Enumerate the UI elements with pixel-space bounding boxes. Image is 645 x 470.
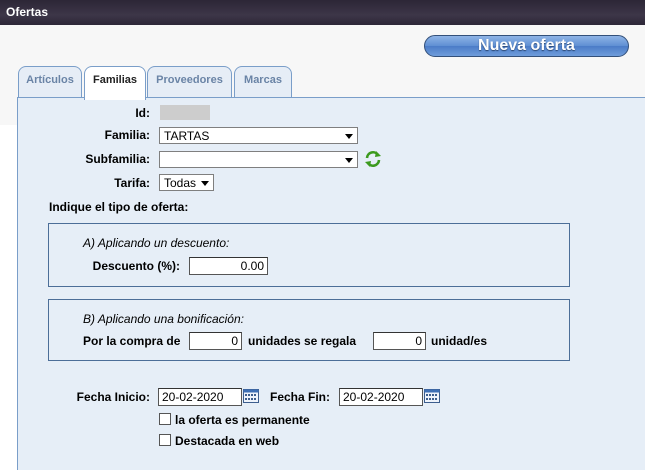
bonus-box-title: B) Aplicando una bonificación:: [83, 312, 244, 326]
calendar-icon[interactable]: [243, 389, 259, 403]
discount-label: Descuento (%):: [92, 259, 180, 273]
permanent-label: la oferta es permanente: [175, 413, 310, 427]
chevron-down-icon: [345, 134, 353, 139]
new-offer-button[interactable]: Nueva oferta: [424, 35, 629, 57]
window-title: Ofertas: [6, 5, 49, 19]
tab-marcas[interactable]: Marcas: [234, 66, 292, 98]
tab-articulos[interactable]: Artículos: [18, 66, 82, 98]
start-date-label: Fecha Inicio:: [76, 390, 150, 404]
familia-select-value: TARTAS: [164, 129, 210, 143]
familia-select[interactable]: TARTAS: [159, 127, 358, 144]
bonus-box: [48, 299, 570, 361]
featured-label: Destacada en web: [175, 434, 280, 448]
refresh-icon[interactable]: [364, 150, 382, 168]
featured-checkbox[interactable]: [159, 434, 171, 446]
familia-label: Familia:: [104, 128, 150, 142]
discount-box: [48, 223, 570, 287]
offer-type-heading: Indique el tipo de oferta:: [49, 200, 189, 214]
gift-units-input[interactable]: 0: [373, 332, 426, 350]
discount-box-title: A) Aplicando un descuento:: [83, 236, 230, 250]
tarifa-select-value: Todas: [164, 176, 197, 190]
unit-label: unidad/es: [431, 334, 488, 348]
subfamilia-label: Subfamilia:: [85, 152, 150, 166]
id-label: Id:: [135, 106, 150, 120]
purchase-units-input[interactable]: 0: [189, 332, 242, 350]
chevron-down-icon: [201, 181, 209, 186]
chevron-down-icon: [345, 158, 353, 163]
tab-proveedores[interactable]: Proveedores: [147, 66, 232, 98]
permanent-checkbox[interactable]: [159, 413, 171, 425]
purchase-label: Por la compra de: [83, 334, 181, 348]
subfamilia-select[interactable]: [159, 151, 358, 168]
id-value: [160, 105, 210, 120]
tarifa-select[interactable]: Todas: [159, 174, 214, 191]
tarifa-label: Tarifa:: [114, 176, 150, 190]
gift-label: unidades se regala: [248, 334, 357, 348]
discount-input[interactable]: 0.00: [189, 257, 268, 275]
calendar-icon[interactable]: [424, 389, 440, 403]
tab-familias[interactable]: Familias: [84, 66, 146, 100]
start-date-input[interactable]: 20-02-2020: [158, 388, 242, 406]
end-date-label: Fecha Fin:: [269, 390, 330, 404]
end-date-input[interactable]: 20-02-2020: [339, 388, 423, 406]
window-titlebar: Ofertas: [0, 0, 645, 25]
